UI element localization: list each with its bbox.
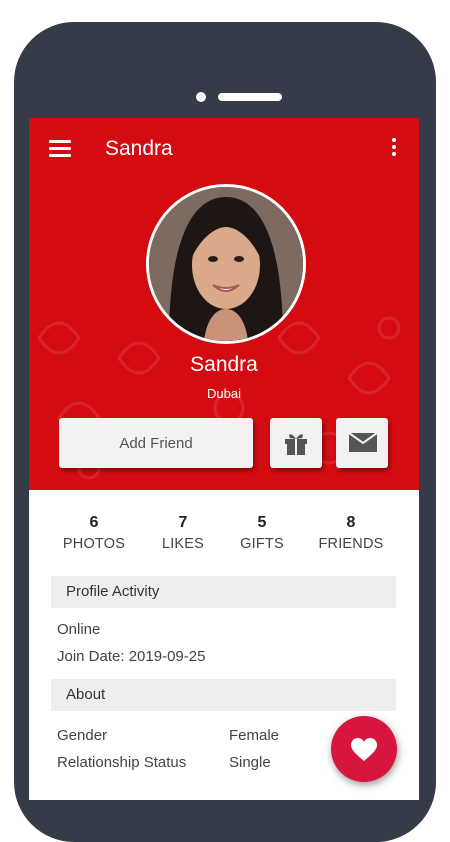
menu-icon[interactable] (49, 140, 71, 158)
app-screen: Sandra Sandra Dubai Add Friend 6 PHOTOS … (29, 118, 419, 800)
stat-value: 5 (257, 514, 267, 531)
add-friend-button[interactable]: Add Friend (59, 418, 253, 468)
mail-icon (349, 432, 377, 452)
stat-photos[interactable]: 6 PHOTOS (46, 514, 142, 552)
send-message-button[interactable] (336, 418, 388, 468)
join-date: Join Date: 2019-09-25 (57, 648, 206, 665)
stat-value: 8 (346, 514, 356, 531)
like-fab-button[interactable] (331, 716, 397, 782)
relationship-label: Relationship Status (57, 754, 187, 771)
more-vertical-icon[interactable] (387, 138, 401, 160)
stat-value: 6 (89, 514, 99, 531)
stat-friends[interactable]: 8 FRIENDS (303, 514, 399, 552)
profile-name: Sandra (190, 353, 258, 376)
avatar-photo (149, 187, 303, 341)
send-gift-button[interactable] (270, 418, 322, 468)
speaker-grille (218, 93, 282, 101)
online-status: Online (57, 621, 101, 638)
camera-dot (196, 92, 206, 102)
app-bar: Sandra (29, 118, 419, 180)
relationship-value: Single (229, 754, 271, 771)
stat-label: FRIENDS (318, 536, 384, 552)
gender-value: Female (229, 727, 280, 744)
app-bar-title: Sandra (105, 137, 173, 160)
stat-label: GIFTS (240, 536, 284, 552)
profile-header: Sandra Sandra Dubai Add Friend (29, 118, 419, 490)
stat-label: PHOTOS (62, 536, 126, 552)
profile-activity-header: Profile Activity (51, 576, 396, 608)
stat-gifts[interactable]: 5 GIFTS (214, 514, 310, 552)
profile-location: Dubai (207, 386, 241, 401)
gift-icon (285, 434, 307, 455)
about-header: About (51, 679, 396, 711)
gender-label: Gender (57, 727, 108, 744)
heart-icon (351, 738, 377, 761)
avatar[interactable] (146, 184, 306, 344)
